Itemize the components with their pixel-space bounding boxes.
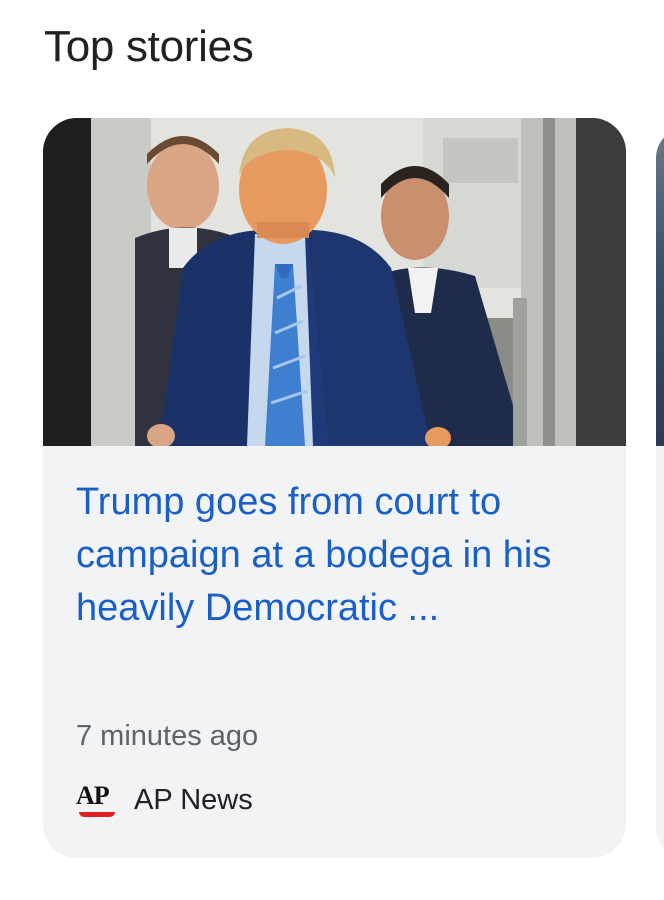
next-story-card[interactable] <box>656 128 664 858</box>
story-source[interactable]: AP AP News <box>76 780 253 820</box>
next-story-image[interactable] <box>656 128 664 446</box>
story-headline[interactable]: Trump goes from court to campaign at a b… <box>76 476 596 635</box>
story-image[interactable] <box>43 118 626 446</box>
story-timestamp: 7 minutes ago <box>76 720 259 752</box>
ap-logo-text: AP <box>76 781 110 810</box>
ap-logo-icon: AP <box>76 780 120 820</box>
story-card[interactable]: Trump goes from court to campaign at a b… <box>43 118 626 858</box>
source-name: AP News <box>134 784 253 816</box>
section-title: Top stories <box>44 22 254 71</box>
ap-logo-accent <box>79 812 115 817</box>
